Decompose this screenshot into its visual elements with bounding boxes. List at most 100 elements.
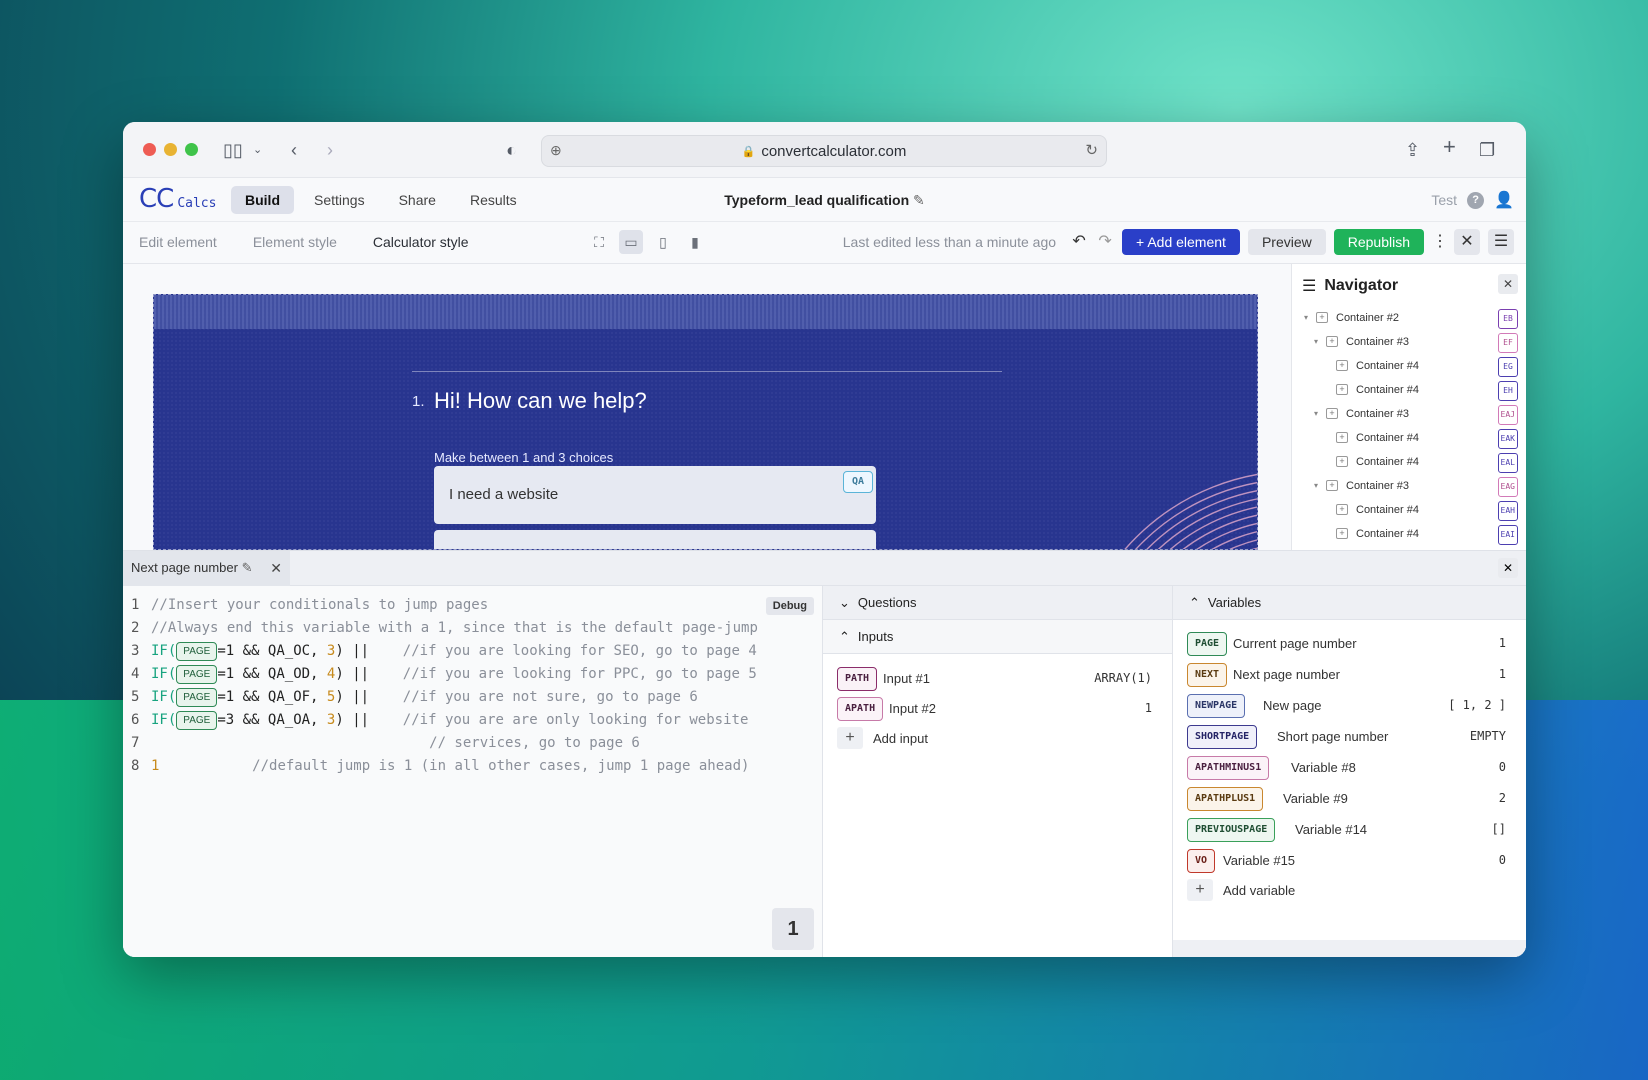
shield-icon[interactable]: ◐ [506,138,517,162]
lock-icon: 🔒 [741,145,756,158]
minimize-window-button[interactable] [164,143,177,156]
tree-item[interactable]: ▾ + Container #3 EAG [1292,476,1526,498]
formula-editor[interactable]: Debug 1 //Insert your conditionals to jum… [123,586,823,957]
variable-row[interactable]: PREVIOUSPAGE Variable #14 [] [1187,817,1506,843]
app-header: CC Calcs Build Settings Share Results Ty… [123,178,1526,222]
input-row[interactable]: PATH Input #1 ARRAY(1) [837,666,1152,692]
more-options-icon[interactable]: ⋮ [1432,229,1448,255]
desktop-icon[interactable]: ▭ [619,230,643,254]
tabs-overview-icon[interactable]: ❐ [1479,138,1495,162]
variable-name: Current page number [1233,636,1357,651]
question-title[interactable]: Hi! How can we help? [434,388,647,414]
tree-item[interactable]: + Container #4 EAL [1292,452,1526,474]
redo-icon[interactable]: ↷ [1096,229,1114,255]
sidebar-toggle-icon[interactable]: ▯▯ [223,138,243,162]
variable-tag[interactable]: PAGE [1187,632,1228,656]
tree-item[interactable]: ▾ + Container #3 EF [1292,332,1526,354]
caret-down-icon[interactable]: ▾ [1314,409,1318,418]
tree-item[interactable]: + Container #4 EAK [1292,428,1526,450]
traffic-lights [143,143,198,156]
debug-button[interactable]: Debug [765,597,814,615]
page-variable-pill[interactable]: PAGE [176,642,218,661]
close-panel-button[interactable]: ✕ [1498,558,1518,578]
tree-item-label: Container #4 [1356,504,1419,516]
navigator-toggle-icon[interactable]: ☰ [1488,229,1514,255]
tree-item[interactable]: + Container #4 EAI [1292,524,1526,546]
tree-item[interactable]: ▾ + Container #3 EAJ [1292,404,1526,426]
choice-option[interactable] [434,530,876,549]
variable-row[interactable]: APATHMINUS1 Variable #8 0 [1187,755,1506,781]
variable-tag[interactable]: NEWPAGE [1187,694,1246,718]
page-variable-pill[interactable]: PAGE [176,688,218,707]
add-input-button[interactable]: + Add input [837,726,928,750]
inputs-section-header[interactable]: ⌃ Inputs [823,620,1172,654]
variable-row[interactable]: APATHPLUS1 Variable #9 2 [1187,786,1506,812]
variable-tag[interactable]: APATHPLUS1 [1187,787,1264,811]
variable-tag[interactable]: VO [1187,849,1216,873]
variable-tag[interactable]: PREVIOUSPAGE [1187,818,1276,842]
undo-icon[interactable]: ↶ [1070,229,1088,255]
navigator-close-button[interactable]: ✕ [1498,274,1518,294]
caret-down-icon[interactable]: ▾ [1314,481,1318,490]
code-comment: //default jump is 1 (in all other cases,… [159,758,750,774]
variable-row[interactable]: VO Variable #15 0 [1187,848,1506,874]
tree-item[interactable]: + Container #4 EH [1292,380,1526,402]
page-variable-pill[interactable]: PAGE [176,665,218,684]
input-tag[interactable]: PATH [837,667,878,691]
site-settings-icon[interactable]: ⊕ [550,142,562,159]
variable-row[interactable]: PAGE Current page number 1 [1187,631,1506,657]
add-variable-button[interactable]: + Add variable [1187,878,1295,902]
republish-button[interactable]: Republish [1333,229,1424,255]
close-icon[interactable]: ✕ [1454,229,1480,255]
add-element-button[interactable]: + Add element [1122,229,1240,255]
back-icon[interactable]: ‹ [291,138,297,162]
formula-result: 1 [772,908,814,950]
tree-item[interactable]: + Container #4 EG [1292,356,1526,378]
variable-row[interactable]: NEXT Next page number 1 [1187,662,1506,688]
help-icon[interactable]: ? [1467,191,1485,209]
share-icon[interactable]: ⇪ [1405,138,1420,162]
edit-icon[interactable]: ✎ [913,192,925,208]
input-tag[interactable]: APATH [837,697,884,721]
caret-down-icon[interactable]: ▾ [1314,337,1318,346]
page-variable-pill[interactable]: PAGE [176,711,218,730]
tree-item[interactable]: ▾ + Container #2 EB [1292,308,1526,330]
tab-next-page-number[interactable]: Next page number ✎ ✕ [123,551,290,586]
zoom-window-button[interactable] [185,143,198,156]
doc-title[interactable]: Typeform_lead qualification ✎ [123,192,1526,209]
choice-option[interactable]: I need a website QA [434,466,876,524]
subtab-element-style[interactable]: Element style [253,234,337,250]
variable-tag[interactable]: SHORTPAGE [1187,725,1258,749]
new-tab-icon[interactable]: + [1443,135,1456,159]
fullscreen-icon[interactable]: ⛶ [587,230,611,254]
next-section-header[interactable] [1173,940,1526,957]
caret-down-icon[interactable]: ▾ [1304,313,1308,322]
formula-panel: Next page number ✎ ✕ ✕ Debug 1 //Insert y… [123,550,1526,957]
preview-button[interactable]: Preview [1247,229,1326,255]
close-window-button[interactable] [143,143,156,156]
tablet-icon[interactable]: ▯ [651,230,675,254]
container-icon: + [1336,504,1348,515]
navigator-panel: ☰ Navigator ✕ ▾ + Container #2 EB ▾ + Co… [1291,264,1526,550]
calculator-preview[interactable]: 1. Hi! How can we help? Make between 1 a… [153,294,1258,550]
variable-row[interactable]: NEWPAGE New page [ 1, 2 ] [1187,693,1506,719]
editor-toolbar: Edit element Element style Calculator st… [123,222,1526,264]
variable-tag[interactable]: APATHMINUS1 [1187,756,1270,780]
mobile-icon[interactable]: ▮ [683,230,707,254]
variables-section-header[interactable]: ⌃ Variables [1173,586,1526,620]
edit-icon[interactable]: ✎ [242,560,253,575]
user-icon[interactable]: 👤 [1494,190,1514,210]
variable-row[interactable]: SHORTPAGE Short page number EMPTY [1187,724,1506,750]
test-button[interactable]: Test [1431,192,1457,208]
chevron-down-icon[interactable]: ⌄ [253,138,262,162]
tree-item[interactable]: + Container #4 EAH [1292,500,1526,522]
variable-tag[interactable]: NEXT [1187,663,1228,687]
close-tab-icon[interactable]: ✕ [270,560,282,577]
subtab-edit-element[interactable]: Edit element [139,234,217,250]
input-row[interactable]: APATH Input #2 1 [837,696,1152,722]
questions-section-header[interactable]: ⌄ Questions [823,586,1172,620]
address-bar[interactable]: ⊕ 🔒 convertcalculator.com ↻ [541,135,1107,167]
subtab-calculator-style[interactable]: Calculator style [373,234,469,250]
forward-icon[interactable]: › [327,138,333,162]
reload-icon[interactable]: ↻ [1085,141,1098,159]
